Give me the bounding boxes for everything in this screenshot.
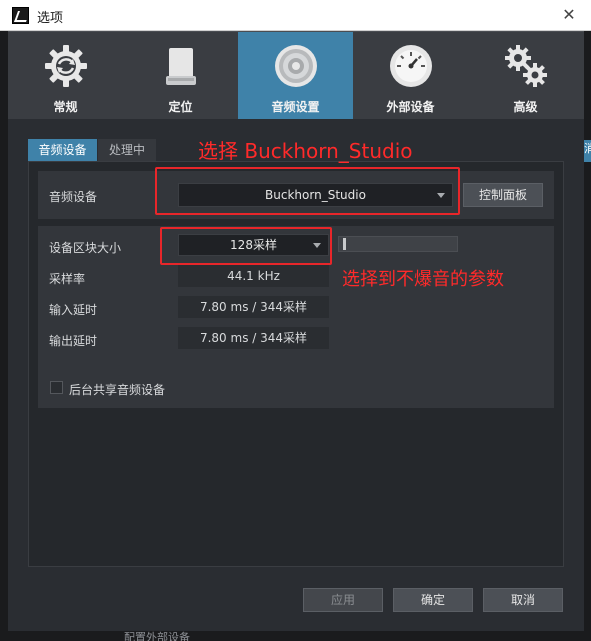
audio-device-content: 音频设备 Buckhorn_Studio 控制面板 设备区块大小 128采样 采… [28, 161, 564, 567]
cancel-button[interactable]: 取消 [483, 588, 563, 612]
chevron-down-icon [313, 243, 321, 248]
settings-panel: 音频设备 处理中 音频设备 Buckhorn_Studio 控制面板 设备区块大… [8, 119, 584, 631]
output-latency-label: 输出延时 [49, 334, 98, 348]
slider-handle[interactable] [343, 238, 346, 250]
audio-device-label: 音频设备 [49, 190, 98, 204]
window-title: 选项 [37, 11, 64, 26]
device-section: 音频设备 Buckhorn_Studio 控制面板 [38, 171, 554, 219]
control-panel-button[interactable]: 控制面板 [463, 183, 543, 207]
category-bar: 常规 定位 音频设置 外部设备 高级 [8, 31, 584, 120]
app-logo-icon [12, 7, 29, 24]
share-device-checkbox[interactable] [50, 381, 63, 394]
device-settings-section: 设备区块大小 128采样 采样率 44.1 kHz 输入延时 7.80 ms /… [38, 226, 554, 408]
ok-button[interactable]: 确定 [393, 588, 473, 612]
gears-icon [504, 45, 547, 87]
category-audio-settings[interactable]: 音频设置 [238, 32, 353, 120]
annotation-select-device: 选择 Buckhorn_Studio [198, 139, 413, 163]
block-size-select[interactable]: 128采样 [178, 234, 329, 256]
annotation-select-params: 选择到不爆音的参数 [342, 269, 504, 290]
audio-device-value: Buckhorn_Studio [265, 188, 366, 202]
tab-processing[interactable]: 处理中 [98, 139, 156, 161]
category-general[interactable]: 常规 [8, 32, 123, 120]
block-size-value: 128采样 [230, 238, 277, 252]
category-label: 外部设备 [386, 100, 435, 114]
sample-rate-value: 44.1 kHz [178, 265, 329, 287]
category-label: 音频设置 [271, 100, 320, 114]
category-external-devices[interactable]: 外部设备 [353, 32, 468, 120]
input-latency-value: 7.80 ms / 344采样 [178, 296, 329, 318]
background-text: 配置外部设备 [124, 631, 190, 641]
category-location[interactable]: 定位 [123, 32, 238, 120]
background-window-bottom: 配置外部设备 [0, 631, 591, 641]
meter-icon [389, 45, 432, 87]
background-window-edge: 消 [584, 140, 591, 162]
drive-icon [165, 48, 196, 85]
category-label: 高级 [513, 100, 538, 114]
close-icon[interactable]: ✕ [558, 4, 580, 26]
gear-refresh-icon [44, 45, 87, 87]
category-label: 常规 [53, 100, 78, 114]
audio-device-select[interactable]: Buckhorn_Studio [178, 183, 453, 207]
block-size-slider[interactable] [338, 236, 458, 252]
speaker-icon [274, 45, 317, 87]
category-advanced[interactable]: 高级 [468, 32, 583, 120]
apply-button[interactable]: 应用 [303, 588, 383, 612]
block-size-label: 设备区块大小 [49, 241, 122, 255]
chevron-down-icon [437, 193, 445, 198]
title-bar: 选项 ✕ [0, 0, 591, 31]
category-label: 定位 [168, 100, 193, 114]
sample-rate-label: 采样率 [49, 272, 86, 286]
input-latency-label: 输入延时 [49, 303, 98, 317]
output-latency-value: 7.80 ms / 344采样 [178, 327, 329, 349]
share-device-label: 后台共享音频设备 [69, 383, 166, 397]
tab-audio-device[interactable]: 音频设备 [28, 139, 97, 161]
